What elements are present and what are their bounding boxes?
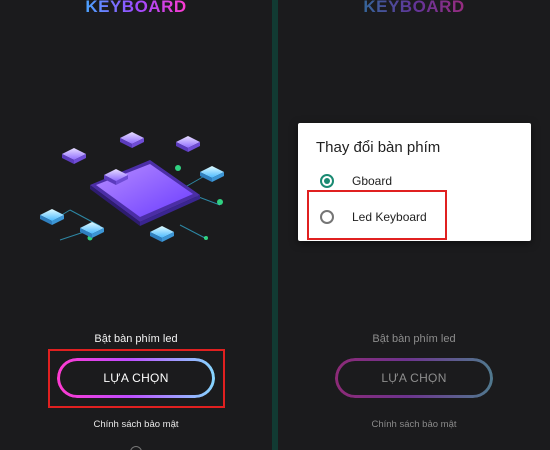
app-screen-right: KEYBOARD Bật bàn phím led LỰA CHỌN Chính… (278, 0, 550, 450)
enable-led-keyboard-text: Bật bàn phím led (94, 333, 178, 345)
option-gboard[interactable]: Gboard (320, 174, 392, 188)
option-led-keyboard-label: Led Keyboard (352, 210, 427, 224)
select-keyboard-label: LỰA CHỌN (103, 371, 169, 385)
app-screen-left: KEYBOARD Bật bàn phím led LỰA CHỌN Chính… (0, 0, 272, 450)
privacy-policy-link[interactable]: Chính sách bảo mật (278, 419, 550, 430)
app-logo: KEYBOARD (278, 0, 550, 14)
radio-unchecked-icon[interactable] (320, 210, 334, 224)
radio-checked-icon[interactable] (320, 174, 334, 188)
home-indicator[interactable] (130, 446, 142, 450)
privacy-policy-link[interactable]: Chính sách bảo mật (0, 419, 272, 430)
select-keyboard-button[interactable]: LỰA CHỌN (335, 358, 493, 398)
change-keyboard-dialog: Thay đổi bàn phím Gboard Led Keyboard (298, 123, 531, 241)
app-logo: KEYBOARD (0, 0, 272, 14)
keyboard-illustration (40, 132, 224, 242)
option-gboard-label: Gboard (352, 174, 393, 188)
enable-led-keyboard-text: Bật bàn phím led (372, 333, 456, 345)
select-keyboard-label: LỰA CHỌN (381, 371, 447, 385)
option-led-keyboard[interactable]: Led Keyboard (320, 210, 427, 224)
dialog-title: Thay đổi bàn phím (316, 139, 441, 156)
select-keyboard-button[interactable]: LỰA CHỌN (57, 358, 215, 398)
